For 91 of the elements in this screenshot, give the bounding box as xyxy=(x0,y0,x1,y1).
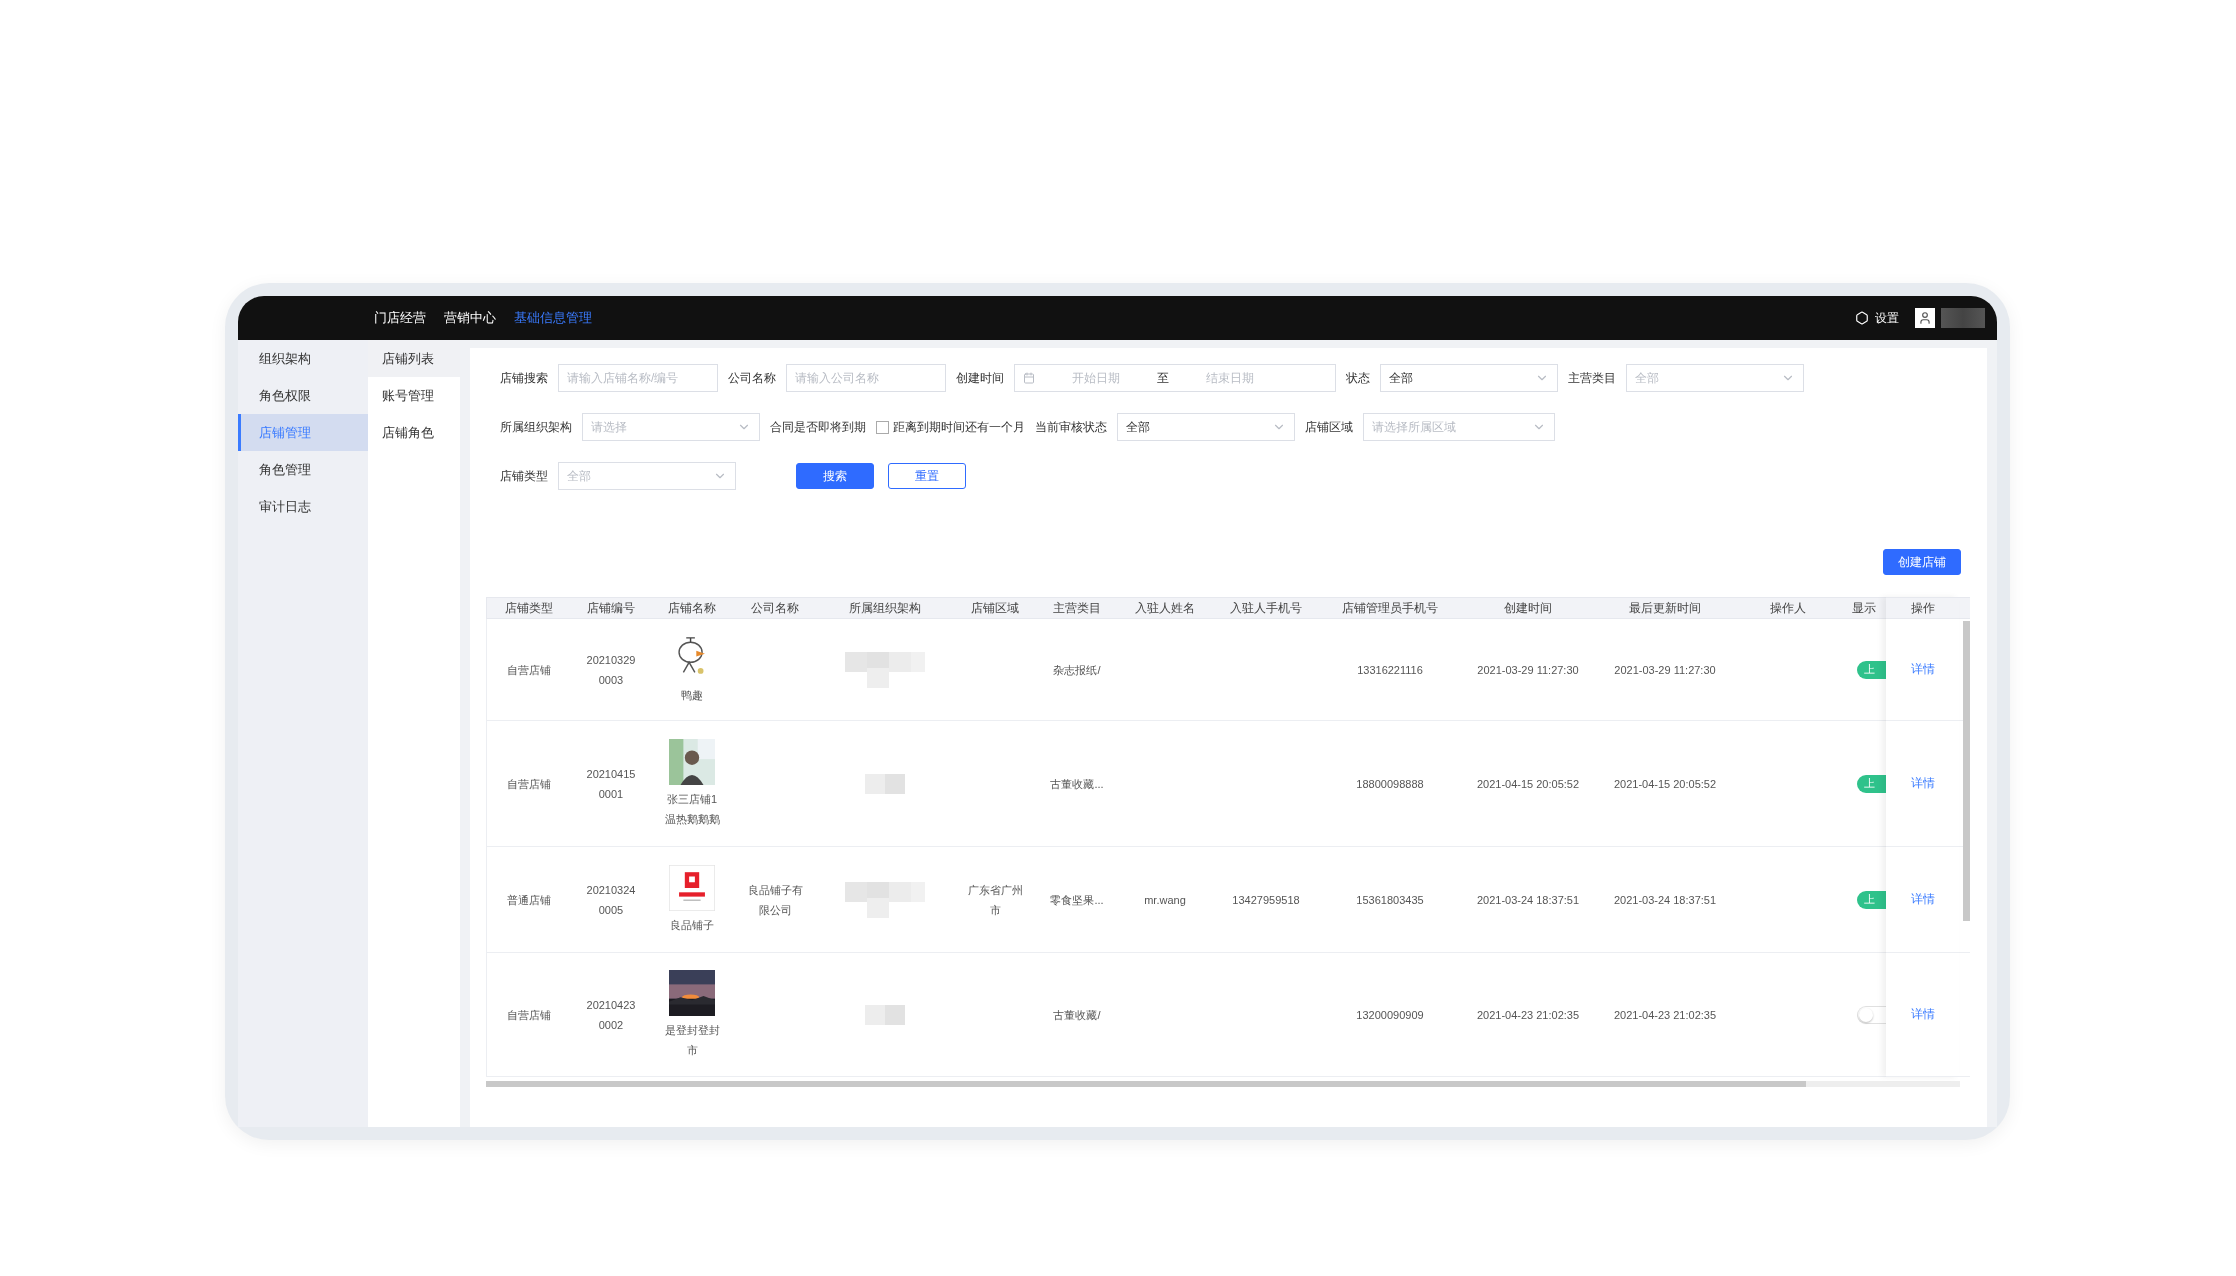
checkbox[interactable] xyxy=(876,420,889,434)
settings-link[interactable]: 设置 xyxy=(1875,309,1899,327)
filter-label: 所属组织架构 xyxy=(500,418,572,436)
table-cell-text: 2021-03-24 18:37:51 xyxy=(1476,892,1580,908)
column-header: 主营类目 xyxy=(1052,600,1102,617)
table-cell-text: 2021-04-23 21:02:35 xyxy=(1613,1007,1717,1023)
table-cell-text: 202104150001 xyxy=(585,766,637,802)
column-header: 店铺区域 xyxy=(970,600,1020,617)
column-header: 店铺编号 xyxy=(586,600,636,617)
detail-link[interactable]: 详情 xyxy=(1910,1006,1935,1023)
subnav-item[interactable]: 店铺列表 xyxy=(368,340,460,377)
filter-label: 状态 xyxy=(1346,369,1370,387)
column-header: 最后更新时间 xyxy=(1628,600,1702,617)
sidebar-item[interactable]: 组织架构 xyxy=(238,340,368,377)
column-header: 所属组织架构 xyxy=(848,600,922,617)
redacted-block xyxy=(865,1004,905,1025)
filter-label: 公司名称 xyxy=(728,369,776,387)
text-field[interactable]: 请输入公司名称 xyxy=(786,364,946,392)
sidebar-item[interactable]: 审计日志 xyxy=(238,488,368,525)
table-cell-text: 2021-03-29 11:27:30 xyxy=(1477,662,1579,678)
nav-tab[interactable]: 基础信息管理 xyxy=(514,309,592,327)
avatar-icon[interactable] xyxy=(1915,308,1935,328)
column-header: 店铺类型 xyxy=(504,600,554,617)
table-cell-text: 202104230002 xyxy=(585,997,637,1033)
table-cell-text: 2021-04-15 20:05:52 xyxy=(1476,776,1580,792)
table-cell-text: 2021-03-29 11:27:30 xyxy=(1614,662,1716,678)
range-separator: 至 xyxy=(1157,369,1169,387)
sidebar-item[interactable]: 角色管理 xyxy=(238,451,368,488)
table-cell-text: 13200090909 xyxy=(1356,1007,1424,1023)
select-field[interactable]: 全部 xyxy=(1380,364,1558,392)
table-cell-text: 古董收藏/ xyxy=(1053,1007,1101,1023)
table-cell-text: 杂志报纸/ xyxy=(1053,662,1101,678)
filter-label: 店铺搜索 xyxy=(500,369,548,387)
table-cell-text: 202103290003 xyxy=(585,652,637,688)
table-cell-text: 零食坚果... xyxy=(1050,892,1104,908)
table-cell-text: 自营店铺 xyxy=(507,776,551,792)
table-cell-text: 自营店铺 xyxy=(507,662,551,678)
detail-link[interactable]: 详情 xyxy=(1910,775,1935,792)
calendar-icon xyxy=(1023,372,1035,384)
table-cell-text: 良品铺子 xyxy=(670,917,714,933)
column-header: 显示 xyxy=(1850,600,1877,617)
detail-link[interactable]: 详情 xyxy=(1910,891,1935,908)
sidebar-item[interactable]: 角色权限 xyxy=(238,377,368,414)
nav-tab[interactable]: 门店经营 xyxy=(374,309,426,327)
column-header: 入驻人手机号 xyxy=(1229,600,1303,617)
toggle-switch[interactable] xyxy=(1857,1005,1886,1024)
table-cell-text: 良品铺子有限公司 xyxy=(746,882,804,918)
table-cell-text: mr.wang xyxy=(1144,892,1186,908)
column-header: 店铺管理员手机号 xyxy=(1341,600,1439,617)
table-cell-text: 自营店铺 xyxy=(507,1007,551,1023)
table-cell-text: 15361803435 xyxy=(1356,892,1424,908)
filter-label: 店铺区域 xyxy=(1305,418,1353,436)
filter-label: 合同是否即将到期 xyxy=(770,418,866,436)
column-header: 创建时间 xyxy=(1503,600,1553,617)
table-cell-text: 古董收藏... xyxy=(1050,776,1104,792)
table-cell-text: 鸭趣 xyxy=(681,687,703,703)
table-cell-text: 是登封登封市 xyxy=(663,1022,721,1058)
table-cell-text: 2021-03-24 18:37:51 xyxy=(1613,892,1717,908)
sidebar-item[interactable]: 店铺管理 xyxy=(238,414,368,451)
table-cell-text: 13427959518 xyxy=(1232,892,1300,908)
table-cell-text: 2021-04-15 20:05:52 xyxy=(1613,776,1717,792)
redacted-block xyxy=(865,773,905,794)
table-cell-text: 普通店铺 xyxy=(507,892,551,908)
filter-label: 主营类目 xyxy=(1568,369,1616,387)
filter-label: 店铺类型 xyxy=(500,467,548,485)
create-store-button[interactable]: 创建店铺 xyxy=(1883,549,1961,575)
column-header: 操作 xyxy=(1909,600,1936,617)
filter-label: 创建时间 xyxy=(956,369,1004,387)
nav-tab[interactable]: 营销中心 xyxy=(444,309,496,327)
column-header: 公司名称 xyxy=(750,600,800,617)
detail-link[interactable]: 详情 xyxy=(1910,661,1935,678)
table-cell-text: 广东省广州市 xyxy=(966,882,1024,918)
table-cell-text: 202103240005 xyxy=(585,882,637,918)
column-header: 操作人 xyxy=(1769,600,1807,617)
filter-label: 当前审核状态 xyxy=(1035,418,1107,436)
table-cell-text: 13316221116 xyxy=(1357,662,1423,678)
date-range-field[interactable]: 开始日期 至 结束日期 xyxy=(1014,364,1336,392)
scrollbar[interactable] xyxy=(486,1081,1806,1087)
column-header: 店铺名称 xyxy=(667,600,717,617)
column-header: 入驻人姓名 xyxy=(1134,600,1196,617)
reset-button[interactable]: 重置 xyxy=(888,463,966,489)
checkbox-label: 距离到期时间还有一个月 xyxy=(893,418,1025,436)
search-button[interactable]: 搜索 xyxy=(796,463,874,489)
scrollbar[interactable] xyxy=(1963,621,1970,921)
table-cell-text: 张三店铺1温热鹅鹅鹅 xyxy=(663,791,721,827)
select-field[interactable]: 全部 xyxy=(1117,413,1295,441)
text-field[interactable]: 请输入店铺名称/编号 xyxy=(558,364,718,392)
settings-icon[interactable] xyxy=(1855,311,1869,325)
table-cell-text: 2021-04-23 21:02:35 xyxy=(1476,1007,1580,1023)
redacted-block xyxy=(1941,308,1985,328)
table-cell-text: 18800098888 xyxy=(1356,776,1424,792)
